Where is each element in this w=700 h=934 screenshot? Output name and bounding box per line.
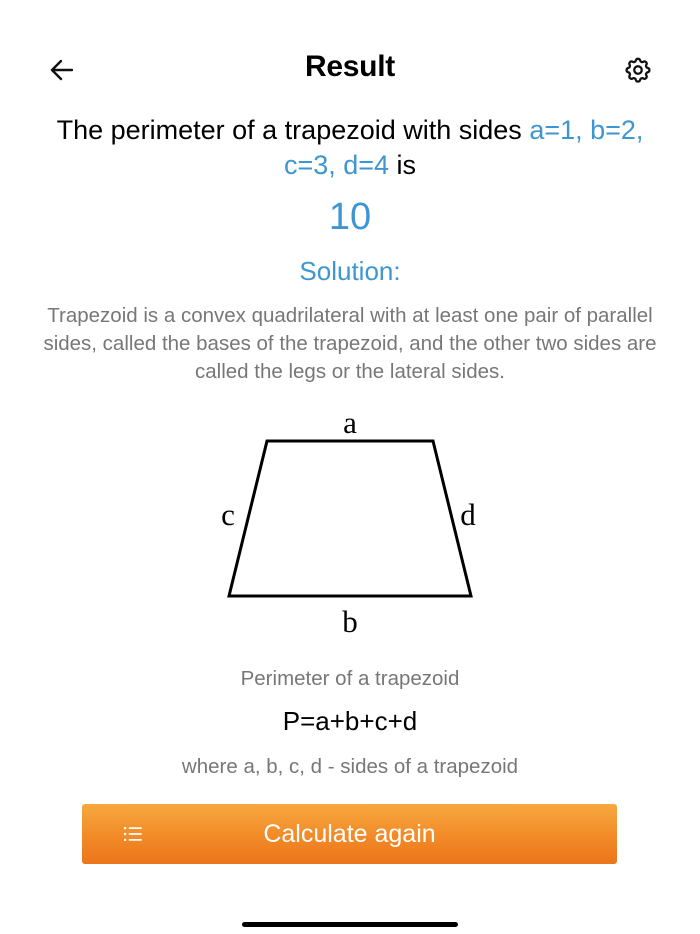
side-label-d: d <box>460 497 476 532</box>
side-label-c: c <box>221 497 235 532</box>
result-prefix: The perimeter of a trapezoid with sides <box>56 115 530 145</box>
result-suffix: is <box>389 150 417 180</box>
formula-expression: P=a+b+c+d <box>282 706 418 736</box>
result-statement: The perimeter of a trapezoid with sides … <box>30 113 670 183</box>
side-label-a: a <box>343 405 357 440</box>
solution-description: Trapezoid is a convex quadrilateral with… <box>43 304 657 383</box>
formula-caption: Perimeter of a trapezoid <box>240 667 460 690</box>
trapezoid-diagram: a b c d <box>221 405 476 639</box>
solution-heading: Solution: <box>299 256 401 286</box>
result-value: 10 <box>328 196 372 238</box>
calculate-again-label: Calculate again <box>263 820 436 848</box>
calculate-again-button[interactable]: Calculate again <box>82 804 617 864</box>
formula-note: where a, b, c, d - sides of a trapezoid <box>181 755 519 778</box>
gear-icon <box>625 57 651 83</box>
page-title: Result <box>305 50 395 83</box>
home-indicator[interactable] <box>242 922 458 927</box>
side-label-b: b <box>342 604 358 639</box>
settings-button[interactable] <box>618 52 658 88</box>
trapezoid-shape <box>227 439 473 598</box>
header: Result <box>0 40 700 100</box>
